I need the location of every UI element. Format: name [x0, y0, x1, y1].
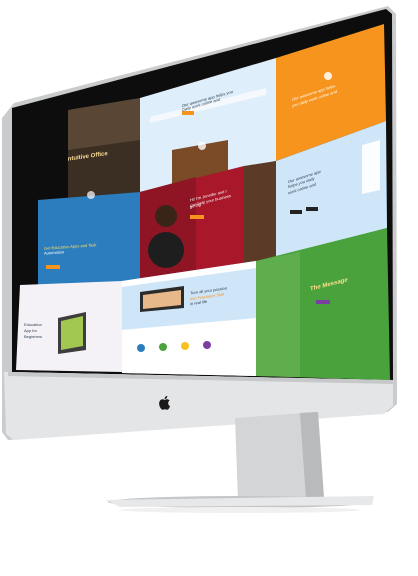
tile-education-beginners[interactable]: Education App for Beginners	[22, 318, 62, 352]
tile-headline: Intuitive Office	[68, 151, 108, 163]
tile-jennifer[interactable]: Hi! I'm Jennifer and I can help your bus…	[180, 185, 244, 225]
tile-blue-app[interactable]: Our awesome app helps you daily work onl…	[280, 160, 360, 205]
tile-intuitive-office[interactable]: Intuitive Office	[68, 110, 140, 200]
apple-logo-icon	[159, 395, 170, 410]
tile-headline-2: Automation	[44, 249, 65, 256]
tile-awesome-app[interactable]: Our awesome app helps you Daily work onl…	[140, 80, 276, 120]
tile-message[interactable]: The Message	[306, 276, 366, 296]
imac-mockup: Intuitive Office Our awesome app helps y…	[0, 0, 418, 576]
tile-freelance[interactable]: Turn all your passion into Freelance Ski…	[188, 284, 256, 318]
tile-headline-1: Education	[24, 322, 42, 327]
tile-headline-3: Beginners	[24, 334, 43, 339]
tile-orange-app[interactable]: Our awesome app helps you daily work onl…	[276, 60, 386, 110]
tile-education-automation[interactable]: Get Education Apps and Task Automation	[38, 230, 138, 270]
tile-headline-2: App for	[24, 328, 37, 333]
tile-headline: The Message	[310, 277, 348, 293]
tile-headline-3: go big	[190, 201, 201, 210]
tile-headline-3: in real life	[190, 298, 208, 307]
